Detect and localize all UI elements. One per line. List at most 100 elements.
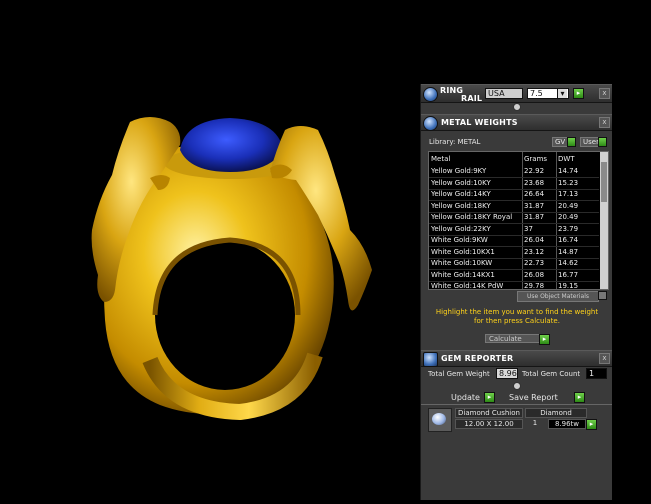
cell-dwt: 16.74: [558, 236, 579, 244]
column-header-metal[interactable]: Metal: [431, 155, 450, 163]
dropdown-arrow-icon[interactable]: ▾: [557, 89, 567, 98]
library-label: Library: METAL: [429, 138, 481, 146]
cell-grams: 22.73: [524, 259, 545, 267]
use-object-materials-button[interactable]: Use Object Materials: [517, 291, 599, 302]
save-report-button[interactable]: ▸: [574, 392, 585, 403]
cell-dwt: 14.87: [558, 247, 579, 256]
gv-toggle[interactable]: GV: [552, 137, 569, 147]
gem-reporter-title: GEM REPORTER: [441, 354, 514, 363]
calculate-button[interactable]: Calculate: [485, 334, 543, 343]
column-header-dwt[interactable]: DWT: [558, 155, 575, 163]
table-row[interactable]: White Gold:10KX1 23.12 14.87: [429, 247, 599, 259]
cell-dwt: 23.79: [558, 224, 579, 233]
cell-grams: 26.08: [524, 270, 545, 279]
table-row[interactable]: White Gold:9KW 26.04 16.74: [429, 235, 599, 247]
table-row[interactable]: Yellow Gold:22KY 37 23.79: [429, 224, 599, 236]
cell-dwt: 15.23: [558, 178, 579, 187]
ring-size-go-button[interactable]: ▸: [573, 88, 584, 99]
cell-grams: 29.78: [524, 282, 545, 290]
gem-reporter-titlebar[interactable]: GEM REPORTER x: [421, 350, 612, 367]
ring-rail-title-line2: RAIL: [461, 94, 483, 103]
gem-weight: 8.96tw: [548, 419, 586, 429]
cell-dwt: 14.74: [558, 167, 579, 175]
total-gem-count-field[interactable]: 1: [586, 368, 607, 379]
cell-grams: 22.92: [524, 167, 545, 175]
gem-row-button[interactable]: ▸: [586, 419, 597, 430]
table-row[interactable]: Yellow Gold:9KY 22.92 14.74: [429, 166, 599, 178]
right-panel: RING RAIL USA 7.5 ▾ ▸ x METAL WEIGHTS x …: [420, 84, 612, 500]
cell-grams: 26.04: [524, 236, 545, 244]
update-label[interactable]: Update: [451, 393, 480, 402]
scrollbar-thumb[interactable]: [601, 162, 607, 202]
cell-metal: White Gold:9KW: [431, 236, 488, 244]
table-row[interactable]: Yellow Gold:14KY 26.64 17.13: [429, 189, 599, 201]
cell-metal: White Gold:10KX1: [431, 247, 495, 256]
table-header: Metal Grams DWT: [429, 152, 599, 165]
cell-metal: Yellow Gold:14KY: [431, 190, 491, 198]
cell-metal: White Gold:14K PdW: [431, 282, 504, 290]
cell-metal: Yellow Gold:18KY: [431, 201, 491, 210]
table-row[interactable]: White Gold:14K PdW 29.78 19.15: [429, 281, 599, 290]
cell-grams: 23.68: [524, 178, 545, 187]
panel-resize-knob[interactable]: [513, 103, 521, 111]
cell-metal: White Gold:10KW: [431, 259, 493, 267]
table-row[interactable]: White Gold:14KX1 26.08 16.77: [429, 270, 599, 282]
calculate-go-button[interactable]: ▸: [539, 334, 550, 345]
metal-weights-title: METAL WEIGHTS: [441, 118, 518, 127]
update-button[interactable]: ▸: [484, 392, 495, 403]
cell-dwt: 20.49: [558, 213, 579, 221]
gem-count: 1: [532, 419, 538, 427]
country-select[interactable]: USA: [485, 88, 523, 99]
table-scrollbar[interactable]: [600, 152, 608, 289]
cell-metal: Yellow Gold:22KY: [431, 224, 491, 233]
cell-grams: 26.64: [524, 190, 545, 198]
diamond-icon: [432, 413, 446, 425]
use-object-materials-checkbox[interactable]: [598, 291, 607, 300]
cell-dwt: 20.49: [558, 201, 579, 210]
save-report-label[interactable]: Save Report: [509, 393, 558, 402]
column-header-grams[interactable]: Grams: [524, 155, 547, 163]
total-gem-weight-label: Total Gem Weight: [428, 370, 490, 378]
ring-rail-icon: [423, 87, 438, 102]
gem-reporter-close-icon[interactable]: x: [599, 353, 610, 364]
gem-material: Diamond: [525, 408, 587, 418]
gem-name: Diamond Cushion: [455, 408, 523, 418]
gv-indicator[interactable]: [567, 137, 576, 147]
cell-grams: 37: [524, 224, 533, 233]
metal-weights-close-icon[interactable]: x: [599, 117, 610, 128]
gem-reporter-icon: [423, 352, 438, 367]
metal-weights-table[interactable]: Metal Grams DWT Yellow Gold:9KY 22.92 14.7…: [428, 151, 609, 290]
cell-metal: White Gold:14KX1: [431, 270, 495, 279]
gem-list-item[interactable]: Diamond Cushion 12.00 X 12.00 Diamond 1 …: [428, 408, 606, 432]
cell-metal: Yellow Gold:9KY: [431, 167, 487, 175]
ring-size-value: 7.5: [530, 89, 543, 98]
table-row[interactable]: Yellow Gold:10KY 23.68 15.23: [429, 178, 599, 190]
gem-section-divider: [421, 404, 612, 405]
ring-size-field[interactable]: 7.5 ▾: [527, 88, 569, 99]
cell-dwt: 17.13: [558, 190, 579, 198]
table-row[interactable]: Yellow Gold:18KY Royal 31.87 20.49: [429, 212, 599, 224]
total-gem-weight-field[interactable]: 8.96: [496, 368, 518, 379]
cell-metal: Yellow Gold:18KY Royal: [431, 213, 513, 221]
instruction-text: Highlight the item you want to find the …: [435, 308, 599, 325]
total-gem-count-label: Total Gem Count: [522, 370, 581, 378]
section-knob[interactable]: [513, 382, 521, 390]
table-row[interactable]: White Gold:10KW 22.73 14.62: [429, 258, 599, 270]
gem-thumbnail: [428, 408, 452, 432]
ring-rail-title-line1: RING: [440, 86, 464, 95]
ring-rail-titlebar[interactable]: RING RAIL USA 7.5 ▾ ▸ x: [421, 84, 612, 103]
gem-size: 12.00 X 12.00: [455, 419, 523, 429]
3d-viewport[interactable]: [0, 0, 420, 500]
cell-dwt: 14.62: [558, 259, 579, 267]
cell-grams: 31.87: [524, 201, 545, 210]
cell-grams: 31.87: [524, 213, 545, 221]
cell-metal: Yellow Gold:10KY: [431, 178, 491, 187]
table-row[interactable]: Yellow Gold:18KY 31.87 20.49: [429, 201, 599, 213]
ring-model: [91, 117, 372, 421]
ring-rail-close-icon[interactable]: x: [599, 88, 610, 99]
metal-weights-icon: [423, 116, 438, 131]
user-indicator[interactable]: [598, 137, 607, 147]
cell-dwt: 19.15: [558, 282, 579, 290]
metal-weights-titlebar[interactable]: METAL WEIGHTS x: [421, 114, 612, 131]
cell-dwt: 16.77: [558, 270, 579, 279]
